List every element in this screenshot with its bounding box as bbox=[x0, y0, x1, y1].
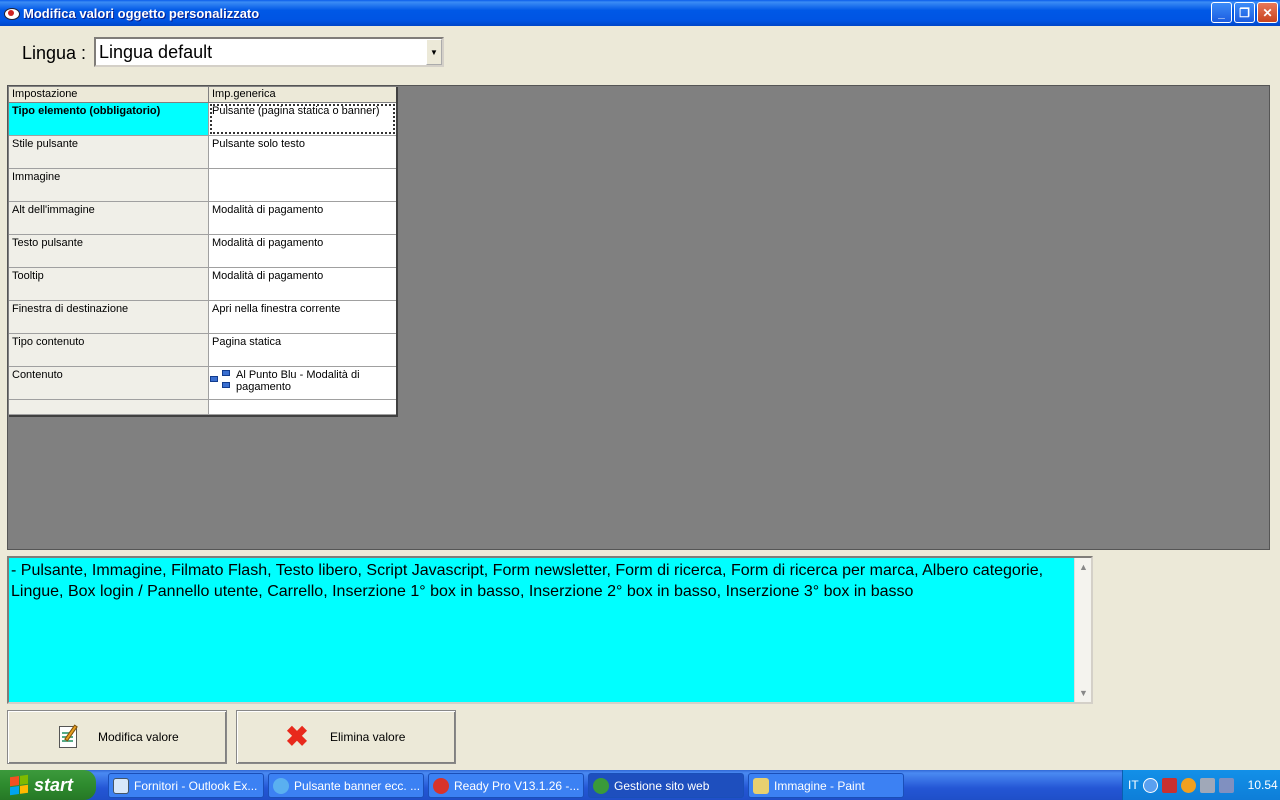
edit-icon bbox=[56, 724, 82, 750]
grid-row[interactable]: Finestra di destinazione Apri nella fine… bbox=[9, 301, 396, 334]
taskbar-item-readypro[interactable]: Ready Pro V13.1.26 -... bbox=[428, 773, 584, 798]
taskbar-item-label: Ready Pro V13.1.26 -... bbox=[454, 778, 580, 793]
modify-value-button[interactable]: Modifica valore bbox=[7, 710, 227, 764]
grid-area: Impostazione Imp.generica Tipo elemento … bbox=[7, 85, 1270, 550]
network-icon[interactable] bbox=[1199, 777, 1215, 793]
system-tray: IT 10.54 bbox=[1122, 770, 1280, 800]
readypro-icon bbox=[433, 777, 449, 794]
grid-row-empty[interactable] bbox=[9, 400, 396, 415]
start-button[interactable]: start bbox=[0, 770, 96, 800]
taskbar-item-label: Fornitori - Outlook Ex... bbox=[134, 778, 258, 793]
taskbar-item-label: Immagine - Paint bbox=[774, 778, 865, 793]
globe-icon bbox=[593, 777, 609, 794]
setting-value[interactable]: Modalità di pagamento bbox=[209, 268, 396, 300]
paint-icon bbox=[753, 777, 769, 794]
grid-row[interactable]: Alt dell'immagine Modalità di pagamento bbox=[9, 202, 396, 235]
setting-value[interactable] bbox=[209, 400, 396, 414]
taskbar-item-label: Gestione sito web bbox=[614, 778, 710, 793]
taskbar-item-paint[interactable]: Immagine - Paint bbox=[748, 773, 904, 798]
setting-value[interactable]: Modalità di pagamento bbox=[209, 235, 396, 267]
taskbar: start Fornitori - Outlook Ex... Pulsante… bbox=[0, 770, 1280, 800]
setting-value[interactable]: Pulsante solo testo bbox=[209, 136, 396, 168]
update-icon[interactable] bbox=[1180, 777, 1196, 793]
language-indicator[interactable]: IT bbox=[1128, 778, 1139, 792]
grid-row[interactable]: Stile pulsante Pulsante solo testo bbox=[9, 136, 396, 169]
close-button[interactable]: ✕ bbox=[1257, 2, 1278, 23]
setting-value[interactable]: Pagina statica bbox=[209, 334, 396, 366]
column-header-value[interactable]: Imp.generica bbox=[209, 87, 396, 102]
scroll-down-icon[interactable]: ▼ bbox=[1076, 685, 1091, 701]
windows-logo-icon bbox=[10, 774, 28, 796]
modify-value-label: Modifica valore bbox=[98, 730, 179, 744]
setting-name[interactable]: Finestra di destinazione bbox=[9, 301, 209, 333]
window-titlebar[interactable]: Modifica valori oggetto personalizzato _… bbox=[0, 0, 1280, 26]
ie-icon bbox=[273, 777, 289, 794]
taskbar-item-ie[interactable]: Pulsante banner ecc. ... bbox=[268, 773, 424, 798]
property-grid: Impostazione Imp.generica Tipo elemento … bbox=[9, 87, 398, 417]
setting-name[interactable]: Alt dell'immagine bbox=[9, 202, 209, 234]
grid-row[interactable]: Testo pulsante Modalità di pagamento bbox=[9, 235, 396, 268]
grid-row[interactable]: Tipo contenuto Pagina statica bbox=[9, 334, 396, 367]
tree-icon bbox=[210, 370, 232, 390]
grid-row[interactable]: Tooltip Modalità di pagamento bbox=[9, 268, 396, 301]
network-icon-2[interactable] bbox=[1218, 777, 1234, 793]
grid-row[interactable]: Contenuto Al Punto Blu - Modalità di pag… bbox=[9, 367, 396, 400]
taskbar-item-outlook[interactable]: Fornitori - Outlook Ex... bbox=[108, 773, 264, 798]
language-select[interactable]: Lingua default ▼ bbox=[94, 37, 444, 67]
app-icon bbox=[3, 5, 20, 21]
clock[interactable]: 10.54 bbox=[1248, 778, 1278, 792]
scroll-up-icon[interactable]: ▲ bbox=[1076, 559, 1091, 575]
setting-name[interactable]: Stile pulsante bbox=[9, 136, 209, 168]
delete-x-icon: ✖ bbox=[285, 721, 309, 752]
window-title: Modifica valori oggetto personalizzato bbox=[23, 5, 260, 21]
column-header-setting[interactable]: Impostazione bbox=[9, 87, 209, 102]
delete-value-button[interactable]: ✖ Elimina valore bbox=[236, 710, 456, 764]
setting-name[interactable]: Tipo elemento (obbligatorio) bbox=[9, 103, 209, 135]
setting-name[interactable]: Tipo contenuto bbox=[9, 334, 209, 366]
description-text: - Pulsante, Immagine, Filmato Flash, Tes… bbox=[11, 562, 1044, 600]
setting-value[interactable]: Modalità di pagamento bbox=[209, 202, 396, 234]
restore-button[interactable]: ❐ bbox=[1234, 2, 1255, 23]
taskbar-item-gestione[interactable]: Gestione sito web bbox=[588, 773, 744, 798]
dropdown-arrow-icon[interactable]: ▼ bbox=[426, 39, 442, 65]
outlook-icon bbox=[113, 777, 129, 794]
grid-row[interactable]: Tipo elemento (obbligatorio) Pulsante (p… bbox=[9, 103, 396, 136]
setting-name[interactable]: Testo pulsante bbox=[9, 235, 209, 267]
grid-row[interactable]: Immagine bbox=[9, 169, 396, 202]
taskbar-item-label: Pulsante banner ecc. ... bbox=[294, 778, 421, 793]
acrobat-icon[interactable] bbox=[1161, 777, 1177, 793]
vertical-scrollbar[interactable]: ▲ ▼ bbox=[1074, 558, 1091, 702]
setting-value-content[interactable]: Al Punto Blu - Modalità di pagamento bbox=[209, 367, 396, 399]
description-box[interactable]: - Pulsante, Immagine, Filmato Flash, Tes… bbox=[7, 556, 1093, 704]
language-value: Lingua default bbox=[99, 41, 213, 62]
setting-name[interactable]: Contenuto bbox=[9, 367, 209, 399]
grid-header: Impostazione Imp.generica bbox=[9, 87, 396, 103]
setting-name[interactable] bbox=[9, 400, 209, 414]
show-hidden-icons-icon[interactable] bbox=[1142, 777, 1158, 793]
setting-name[interactable]: Immagine bbox=[9, 169, 209, 201]
setting-value[interactable] bbox=[209, 169, 396, 201]
start-label: start bbox=[34, 774, 74, 795]
setting-value[interactable]: Apri nella finestra corrente bbox=[209, 301, 396, 333]
content-link-text: Al Punto Blu - Modalità di pagamento bbox=[236, 369, 360, 393]
setting-value[interactable]: Pulsante (pagina statica o banner) bbox=[209, 103, 396, 135]
language-label: Lingua : bbox=[22, 43, 87, 63]
setting-name[interactable]: Tooltip bbox=[9, 268, 209, 300]
delete-value-label: Elimina valore bbox=[330, 730, 406, 744]
minimize-button[interactable]: _ bbox=[1211, 2, 1232, 23]
